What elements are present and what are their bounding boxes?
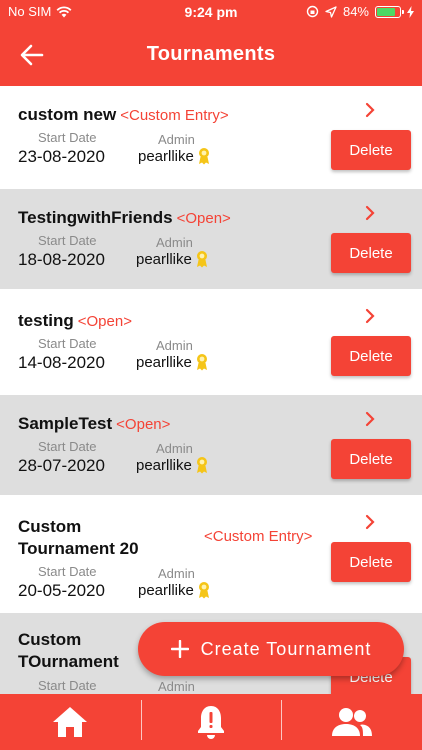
start-date-label: Start Date [38,678,97,693]
award-badge-icon [196,251,207,268]
admin-label: Admin [156,338,193,353]
delete-button[interactable]: Delete [331,439,411,479]
tournament-type-tag: <Open> [77,313,132,330]
home-icon [53,707,88,737]
admin-label: Admin [158,132,195,147]
tournament-name-row: SampleTest <Open> [18,413,170,436]
admin-name: pearllike [136,456,192,474]
tournament-type-tag: <Open> [176,210,231,227]
tournament-name: SampleTest [18,414,113,433]
start-date-label: Start Date [38,130,97,145]
start-date-label: Start Date [38,233,97,248]
plus-icon [170,640,189,658]
nav-home[interactable] [0,694,141,750]
tournament-name-row: TestingwithFriends <Open> [18,207,231,230]
status-bar: No SIM 9:24 pm 84% [0,0,422,24]
admin-value: pearllike [136,456,210,474]
start-date-value: 20-05-2020 [18,581,105,600]
award-badge-icon [196,354,207,371]
tournament-name-line-1: Custom [18,517,82,536]
tournament-type-tag: <Custom Entry> [120,107,229,124]
page-title: Tournaments [146,43,276,65]
tournament-name-line-2: TOurnament [18,652,119,671]
battery-percent: 84% [342,4,369,19]
tournament-list: custom new <Custom Entry> Start Date Admi… [0,86,422,694]
delete-button[interactable]: Delete [331,130,411,170]
tournament-name-row: testing <Open> [18,310,132,333]
tournament-name: Custom TOurnament [18,629,119,673]
admin-value: pearllike [136,250,210,268]
start-date-value: 14-08-2020 [18,353,105,372]
chevron-right-icon[interactable] [362,308,378,324]
admin-name: pearllike [136,353,192,371]
chevron-right-icon[interactable] [362,514,378,530]
tournament-card[interactable]: Custom Tournament 20 <Custom Entry> Star… [0,498,422,610]
start-date-value: 18-08-2020 [18,250,105,269]
orientation-lock-icon [306,5,319,18]
start-date-value: 23-08-2020 [18,147,105,166]
start-date-label: Start Date [38,564,97,579]
tournament-name: testing [18,311,74,330]
location-icon [325,5,337,18]
award-badge-icon [198,148,209,165]
nav-friends[interactable] [281,694,422,750]
people-icon [331,708,372,736]
start-date-label: Start Date [38,336,97,351]
tournament-type-tag: <Open> [116,416,171,433]
admin-label: Admin [156,441,193,456]
start-date-value: 28-07-2020 [18,456,105,475]
admin-label: Admin [156,235,193,250]
bottom-navigation [0,694,422,750]
admin-value: pearllike [136,353,210,371]
nav-notifications[interactable] [140,694,282,750]
chevron-right-icon[interactable] [362,102,378,118]
create-tournament-label: Create Tournament [200,638,372,659]
admin-label: Admin [158,566,195,581]
tournament-name-row: custom new <Custom Entry> [18,104,229,127]
admin-label: Admin [158,679,195,694]
tournament-name: TestingwithFriends [18,208,173,227]
award-badge-icon [196,457,207,474]
tournament-name-line-1: Custom [18,630,82,649]
delete-button[interactable]: Delete [331,233,411,273]
tournament-card[interactable]: custom new <Custom Entry> Start Date Admi… [0,86,422,186]
tournament-name: custom new [18,105,117,124]
tournament-card[interactable]: SampleTest <Open> Start Date Admin 28-07-… [0,395,422,495]
create-tournament-button[interactable]: Create Tournament [138,622,404,676]
battery-icon [375,5,404,18]
start-date-label: Start Date [38,439,97,454]
award-badge-icon [198,582,209,599]
bell-alert-icon [198,706,224,739]
chevron-right-icon[interactable] [362,205,378,221]
tournament-name: Custom Tournament 20 [18,516,139,560]
tournament-card[interactable]: TestingwithFriends <Open> Start Date Admi… [0,189,422,289]
app-bar: Tournaments [0,24,422,86]
tournament-name-line-2: Tournament 20 [18,539,139,558]
tournament-type-tag: <Custom Entry> [204,528,313,545]
chevron-right-icon[interactable] [362,411,378,427]
admin-value: pearllike [138,581,212,599]
admin-name: pearllike [138,581,194,599]
delete-button[interactable]: Delete [331,542,411,582]
delete-button[interactable]: Delete [331,336,411,376]
admin-value: pearllike [138,147,212,165]
admin-name: pearllike [138,147,194,165]
admin-name: pearllike [136,250,192,268]
tournament-card[interactable]: testing <Open> Start Date Admin 14-08-202… [0,292,422,392]
charging-icon [407,5,414,18]
